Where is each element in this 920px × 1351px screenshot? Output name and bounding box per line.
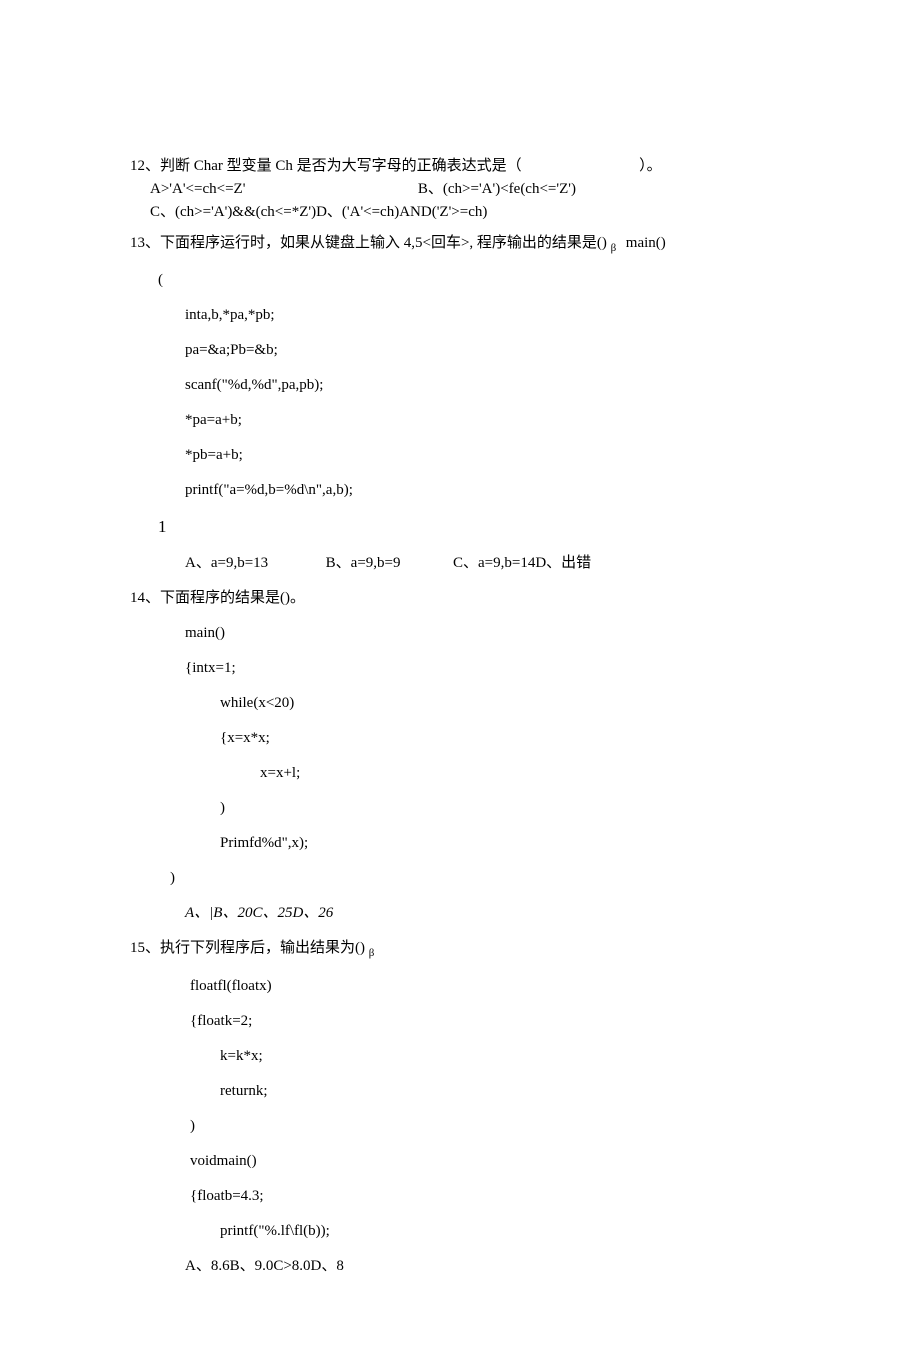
q13-brace-open: ( [158,270,790,291]
q15-head-a: 15、执行下列程序后，输出结果为() [130,940,365,956]
q12-option-row1: A>'A'<=ch<=Z' B、(ch>='A')<fe(ch<='Z') [150,179,790,200]
q15-code-3: k=k*x; [220,1046,790,1067]
q14-code-7: Primfd%d",x); [220,833,790,854]
q15-answers: A、8.6B、9.0C>8.0D、8 [185,1256,790,1277]
q15-code-5: ) [190,1116,790,1137]
q14-code-4: {x=x*x; [220,728,790,749]
q12-option-cd: C、(ch>='A')&&(ch<=*Z')D、('A'<=ch)AND('Z'… [150,204,487,220]
q14-code-6: ) [220,798,790,819]
q13-code-4: *pa=a+b; [185,410,790,431]
beta-sub: β [369,947,375,959]
q14-ans-text: A、|B、20C、25D、26 [185,905,333,921]
q13-ans-cd: C、a=9,b=14D、出错 [453,555,591,571]
q14-answers: A、|B、20C、25D、26 [185,903,790,924]
q13-head-b: main() [626,235,666,251]
q13-ans-b: B、a=9,b=9 [326,555,401,571]
beta-sub: β [611,242,617,254]
q13-code-6: printf("a=%d,b=%d\n",a,b); [185,480,790,501]
q12-option-a: A>'A'<=ch<=Z' [150,181,245,197]
q15-code-2: {floatk=2; [190,1011,790,1032]
q15-code-4: returnk; [220,1081,790,1102]
q13-head-a: 13、下面程序运行时，如果从键盘上输入 4,5<回车>, 程序输出的结果是() [130,235,607,251]
q13-code-1: inta,b,*pa,*pb; [185,305,790,326]
q14-code-3: while(x<20) [220,693,790,714]
document-page: 12、判断 Char 型变量 Ch 是否为大写字母的正确表达式是（ ）。 A>'… [0,0,920,1351]
q15-code-8: printf("%.lf\fl(b)); [220,1221,790,1242]
q12-option-b: B、(ch>='A')<fe(ch<='Z') [418,181,576,197]
q14-code-1: main() [185,623,790,644]
q13-code-3: scanf("%d,%d",pa,pb); [185,375,790,396]
q13-code-2: pa=&a;Pb=&b; [185,340,790,361]
q14-code-2: {intx=1; [185,658,790,679]
q13-answers: A、a=9,b=13 B、a=9,b=9 C、a=9,b=14D、出错 [185,553,790,574]
q15-heading: 15、执行下列程序后，输出结果为() β [130,938,790,961]
q14-code-8: ) [170,868,790,889]
q13-brace-close: 1 [158,515,790,539]
q12-option-row2: C、(ch>='A')&&(ch<=*Z')D、('A'<=ch)AND('Z'… [150,202,790,223]
q14-heading: 14、下面程序的结果是()。 [130,588,790,609]
q12-head-text: 12、判断 Char 型变量 Ch 是否为大写字母的正确表达式是（ [130,158,522,174]
q15-code-6: voidmain() [190,1151,790,1172]
q12-heading: 12、判断 Char 型变量 Ch 是否为大写字母的正确表达式是（ ）。 [130,156,790,177]
q12-head-tail: ）。 [639,158,662,174]
q13-heading: 13、下面程序运行时，如果从键盘上输入 4,5<回车>, 程序输出的结果是() … [130,233,790,256]
q13-code-5: *pb=a+b; [185,445,790,466]
q13-ans-a: A、a=9,b=13 [185,555,268,571]
q15-code-1: floatfl(floatx) [190,976,790,997]
q14-code-5: x=x+l; [260,763,790,784]
q15-code-7: {floatb=4.3; [190,1186,790,1207]
